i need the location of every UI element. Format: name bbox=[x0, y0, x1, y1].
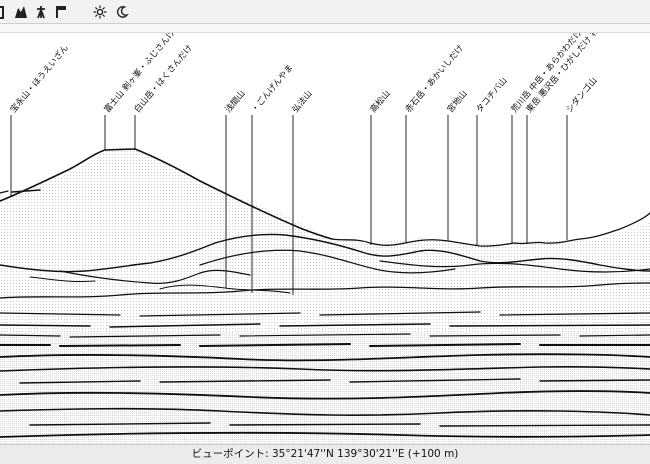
panorama-view[interactable]: 宝永山・ほうえいざん 富士山 剣ヶ峯・ふじさんけんがみね 白山岳・はくさんだけ … bbox=[0, 33, 650, 444]
peak-labels: 宝永山・ほうえいざん 富士山 剣ヶ峯・ふじさんけんがみね 白山岳・はくさんだけ … bbox=[8, 33, 629, 115]
top-strip bbox=[0, 24, 650, 33]
peak-label[interactable]: ・ごんげんやま bbox=[249, 62, 296, 115]
status-bar: ビューポイント: 35°21'47''N 139°30'21''E (+100 … bbox=[0, 444, 650, 464]
peak-label[interactable]: 高松山 bbox=[368, 88, 393, 115]
sun-icon[interactable] bbox=[92, 4, 108, 20]
peak-label[interactable]: タコチバ山 bbox=[474, 75, 510, 115]
peak-label[interactable]: 弘法山 bbox=[290, 88, 315, 115]
moon-icon[interactable] bbox=[114, 4, 130, 20]
mountain-icon[interactable] bbox=[13, 4, 29, 20]
peak-label[interactable]: シダンゴ山 bbox=[564, 75, 600, 115]
peak-label[interactable]: 白山岳・はくさんだけ bbox=[132, 43, 195, 115]
partial-tool-icon[interactable] bbox=[0, 4, 10, 20]
viewpoint-coordinates: ビューポイント: 35°21'47''N 139°30'21''E (+100 … bbox=[191, 448, 459, 460]
peak-label[interactable]: 宮地山 bbox=[445, 88, 470, 115]
flag-icon[interactable] bbox=[53, 4, 69, 20]
peak-label[interactable]: 浅間山 bbox=[223, 88, 248, 115]
toolbar bbox=[0, 0, 650, 24]
peak-label[interactable]: 宝永山・ほうえいざん bbox=[8, 42, 71, 115]
foreground-fill bbox=[0, 333, 650, 444]
tower-icon[interactable] bbox=[33, 4, 49, 20]
